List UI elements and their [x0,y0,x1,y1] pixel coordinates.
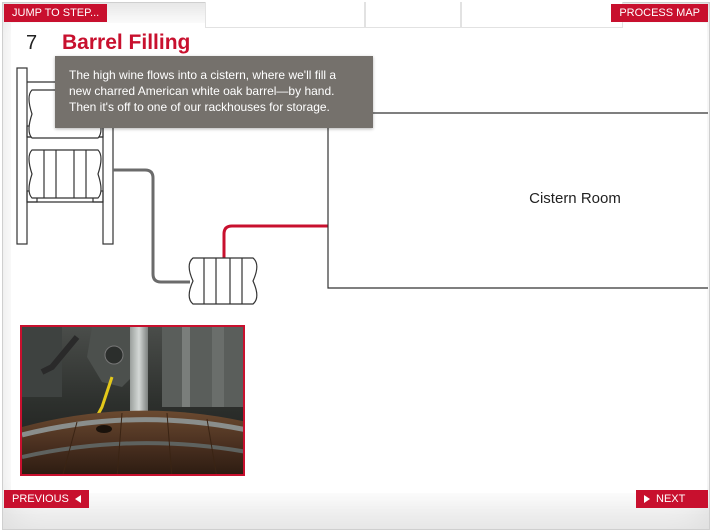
barrel-filling-photo-image [22,327,243,474]
triangle-right-icon [644,495,650,503]
barrel-filling [188,257,258,305]
next-button[interactable]: NEXT [636,490,708,508]
step-description-tooltip: The high wine flows into a cistern, wher… [55,56,373,128]
rack-barrel-bottom [28,149,102,199]
previous-label: PREVIOUS [12,493,69,505]
step-title: Barrel Filling [62,31,191,54]
barrel-filling-photo[interactable] [20,325,245,476]
step-number: 7 [26,32,38,54]
pipe-active [222,224,328,260]
pipe-inactive [113,168,190,284]
previous-button[interactable]: PREVIOUS [4,490,89,508]
next-label: NEXT [656,493,686,505]
rack-post-left [16,67,28,245]
tooltip-text: The high wine flows into a cistern, wher… [69,68,337,114]
triangle-left-icon [74,495,81,503]
cistern-room-label: Cistern Room [529,190,621,207]
